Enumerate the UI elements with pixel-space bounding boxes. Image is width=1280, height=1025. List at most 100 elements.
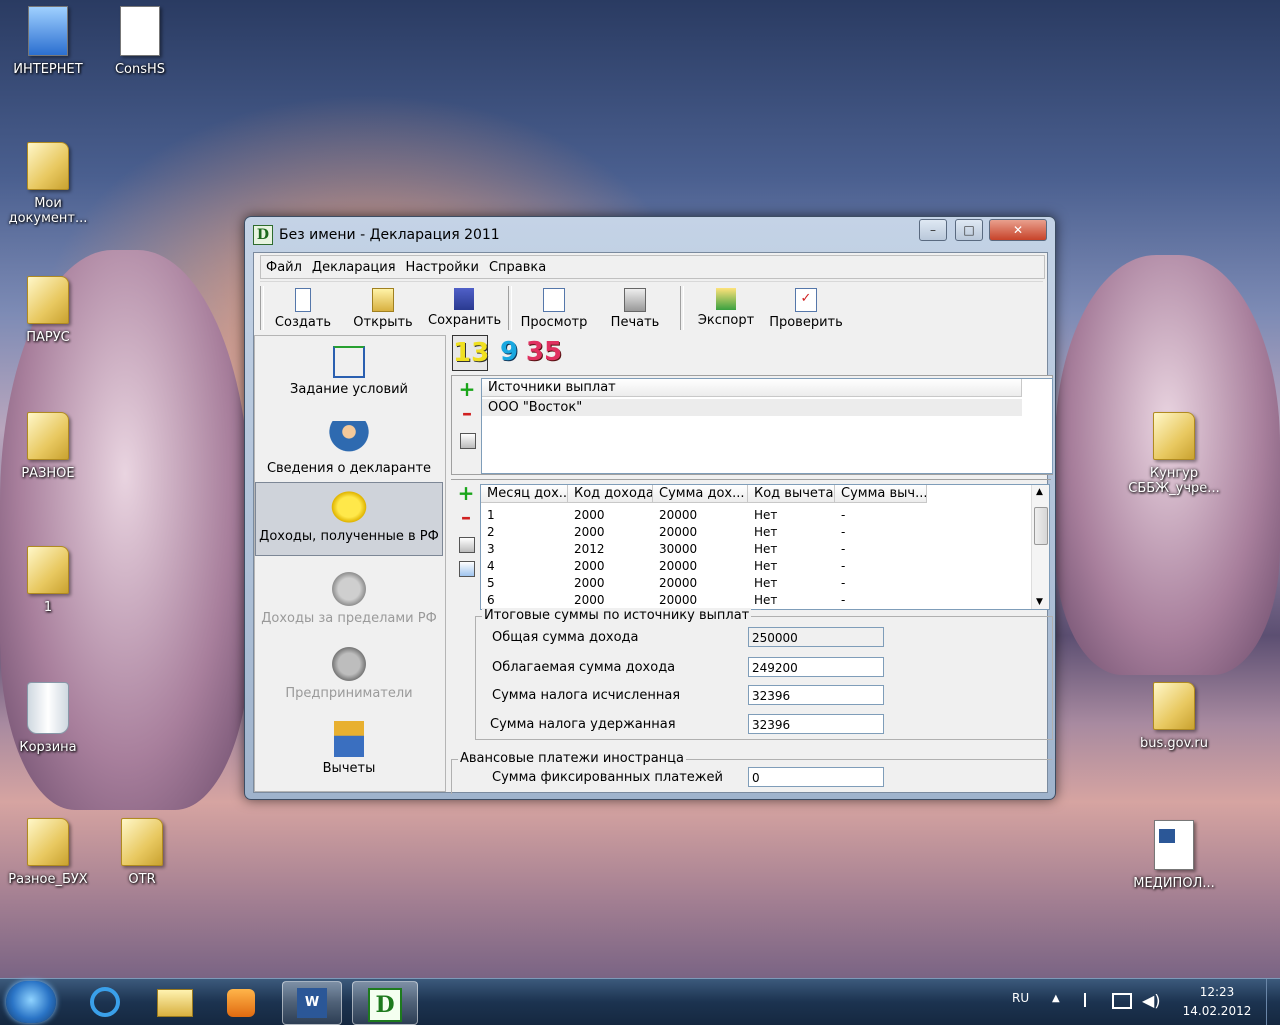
desktop-icon-raznoe[interactable]: РАЗНОЕ	[0, 412, 96, 481]
table-cell[interactable]: 20000	[653, 558, 748, 575]
table-cell[interactable]: 3	[481, 541, 568, 558]
action-center-flag-icon[interactable]	[1084, 993, 1098, 1007]
vertical-scrollbar[interactable]: ▲ ▼	[1031, 485, 1049, 609]
table-cell[interactable]: 4	[481, 558, 568, 575]
menu-help[interactable]: Справка	[484, 256, 551, 275]
source-row[interactable]: ООО "Восток"	[482, 399, 1022, 416]
title-bar[interactable]: D Без имени - Декларация 2011 – □ ✕	[245, 217, 1055, 251]
table-cell[interactable]: Нет	[748, 592, 835, 609]
table-cell[interactable]: 20000	[653, 524, 748, 541]
table-cell[interactable]: Нет	[748, 524, 835, 541]
table-cell[interactable]: Нет	[748, 575, 835, 592]
rate-13-tab[interactable]: 13	[452, 335, 489, 371]
menu-file[interactable]: Файл	[261, 256, 307, 275]
table-cell[interactable]: -	[835, 507, 927, 524]
table-cell[interactable]: 5	[481, 575, 568, 592]
taskbar-explorer[interactable]	[146, 981, 204, 1023]
table-cell[interactable]: Нет	[748, 558, 835, 575]
table-cell[interactable]: -	[835, 524, 927, 541]
show-desktop-button[interactable]	[1266, 979, 1280, 1025]
table-cell[interactable]: 2000	[568, 524, 653, 541]
edit-source-button[interactable]	[457, 430, 477, 450]
col-income-sum[interactable]: Сумма дох...	[653, 485, 748, 503]
open-button[interactable]: Открыть	[348, 286, 418, 332]
edit-income-button[interactable]	[456, 534, 476, 554]
nav-income-rf[interactable]: Доходы, полученные в РФ	[255, 482, 443, 556]
desktop-icon-bus-gov[interactable]: bus.gov.ru	[1126, 682, 1222, 751]
tax-calculated-field[interactable]: 32396	[748, 685, 884, 705]
new-button[interactable]: Создать	[268, 286, 338, 332]
col-income-code[interactable]: Код дохода	[568, 485, 653, 503]
rate-35-tab[interactable]: 35	[524, 335, 564, 369]
nav-declarant[interactable]: Сведения о декларанте	[255, 415, 443, 489]
table-cell[interactable]: -	[835, 558, 927, 575]
col-deduction-sum[interactable]: Сумма выч...	[835, 485, 927, 503]
taxable-income-field[interactable]: 249200	[748, 657, 884, 677]
desktop-icon-raznoe-buh[interactable]: Разное_БУХ	[0, 818, 96, 887]
desktop-icon-medipol[interactable]: МЕДИПОЛ...	[1126, 820, 1222, 891]
col-month[interactable]: Месяц дох...	[481, 485, 568, 503]
table-cell[interactable]: 2000	[568, 592, 653, 609]
nav-deductions[interactable]: Вычеты	[255, 715, 443, 789]
copy-income-button[interactable]	[456, 558, 476, 578]
scroll-thumb[interactable]	[1034, 507, 1048, 545]
taskbar-word[interactable]: W	[282, 981, 342, 1025]
table-cell[interactable]: Нет	[748, 541, 835, 558]
menu-declaration[interactable]: Декларация	[307, 256, 401, 275]
desktop-icon-parus[interactable]: ПАРУС	[0, 276, 96, 345]
scroll-up-arrow-icon[interactable]: ▲	[1036, 487, 1043, 497]
volume-icon[interactable]: ◀)	[1142, 991, 1161, 1010]
close-button[interactable]: ✕	[989, 219, 1047, 241]
sources-column-header[interactable]: Источники выплат	[482, 379, 1022, 397]
desktop-icon-internet[interactable]: ИНТЕРНЕТ	[0, 6, 96, 77]
desktop-icon-1[interactable]: 1	[0, 546, 96, 615]
save-button[interactable]: Сохранить	[428, 286, 501, 332]
remove-income-button[interactable]: –	[456, 507, 476, 528]
language-indicator[interactable]: RU	[1012, 991, 1029, 1005]
table-cell[interactable]: 20000	[653, 575, 748, 592]
sources-list[interactable]: Источники выплат ООО "Восток"	[481, 378, 1053, 474]
preview-button[interactable]: Просмотр	[514, 286, 594, 332]
nav-income-abroad[interactable]: Доходы за пределами РФ	[255, 565, 443, 639]
col-deduction-code[interactable]: Код вычета	[748, 485, 835, 503]
nav-conditions[interactable]: Задание условий	[255, 340, 443, 414]
maximize-button[interactable]: □	[955, 219, 983, 241]
table-cell[interactable]: -	[835, 575, 927, 592]
table-cell[interactable]: 20000	[653, 507, 748, 524]
desktop-icon-conshs[interactable]: ConsHS	[92, 6, 188, 77]
nav-entrepreneurs[interactable]: Предприниматели	[255, 640, 443, 714]
desktop-icon-my-documents[interactable]: Мои документ...	[0, 142, 96, 226]
taskbar-media-player[interactable]	[212, 981, 270, 1023]
desktop-icon-otr[interactable]: OTR	[94, 818, 190, 887]
table-cell[interactable]: 30000	[653, 541, 748, 558]
table-cell[interactable]: 2000	[568, 575, 653, 592]
export-button[interactable]: Экспорт	[688, 286, 764, 332]
table-cell[interactable]: 2000	[568, 507, 653, 524]
add-source-button[interactable]: +	[457, 379, 477, 400]
desktop-icon-kungur[interactable]: Кунгур СББЖ_учре...	[1126, 412, 1222, 496]
scroll-down-arrow-icon[interactable]: ▼	[1036, 597, 1043, 607]
print-button[interactable]: Печать	[600, 286, 670, 332]
table-cell[interactable]: 2012	[568, 541, 653, 558]
table-cell[interactable]: 20000	[653, 592, 748, 609]
remove-source-button[interactable]: –	[457, 403, 477, 424]
rate-9-tab[interactable]: 9	[498, 335, 520, 369]
tax-withheld-field[interactable]: 32396	[748, 714, 884, 734]
taskbar-ie[interactable]	[76, 981, 134, 1023]
table-cell[interactable]: Нет	[748, 507, 835, 524]
table-cell[interactable]: 6	[481, 592, 568, 609]
check-button[interactable]: ✓ Проверить	[766, 286, 846, 332]
show-hidden-icons-icon[interactable]: ▲	[1052, 993, 1060, 1004]
fixed-payments-field[interactable]: 0	[748, 767, 884, 787]
table-cell[interactable]: -	[835, 592, 927, 609]
table-cell[interactable]: 2000	[568, 558, 653, 575]
table-cell[interactable]: 2	[481, 524, 568, 541]
taskbar-declaration[interactable]: D	[352, 981, 418, 1025]
minimize-button[interactable]: –	[919, 219, 947, 241]
income-table[interactable]: Месяц дох... Код дохода Сумма дох... Код…	[480, 484, 1050, 610]
table-cell[interactable]: -	[835, 541, 927, 558]
start-button[interactable]	[6, 981, 56, 1023]
desktop-icon-recycle-bin[interactable]: Корзина	[0, 682, 96, 755]
table-cell[interactable]: 1	[481, 507, 568, 524]
network-icon[interactable]	[1112, 993, 1132, 1009]
